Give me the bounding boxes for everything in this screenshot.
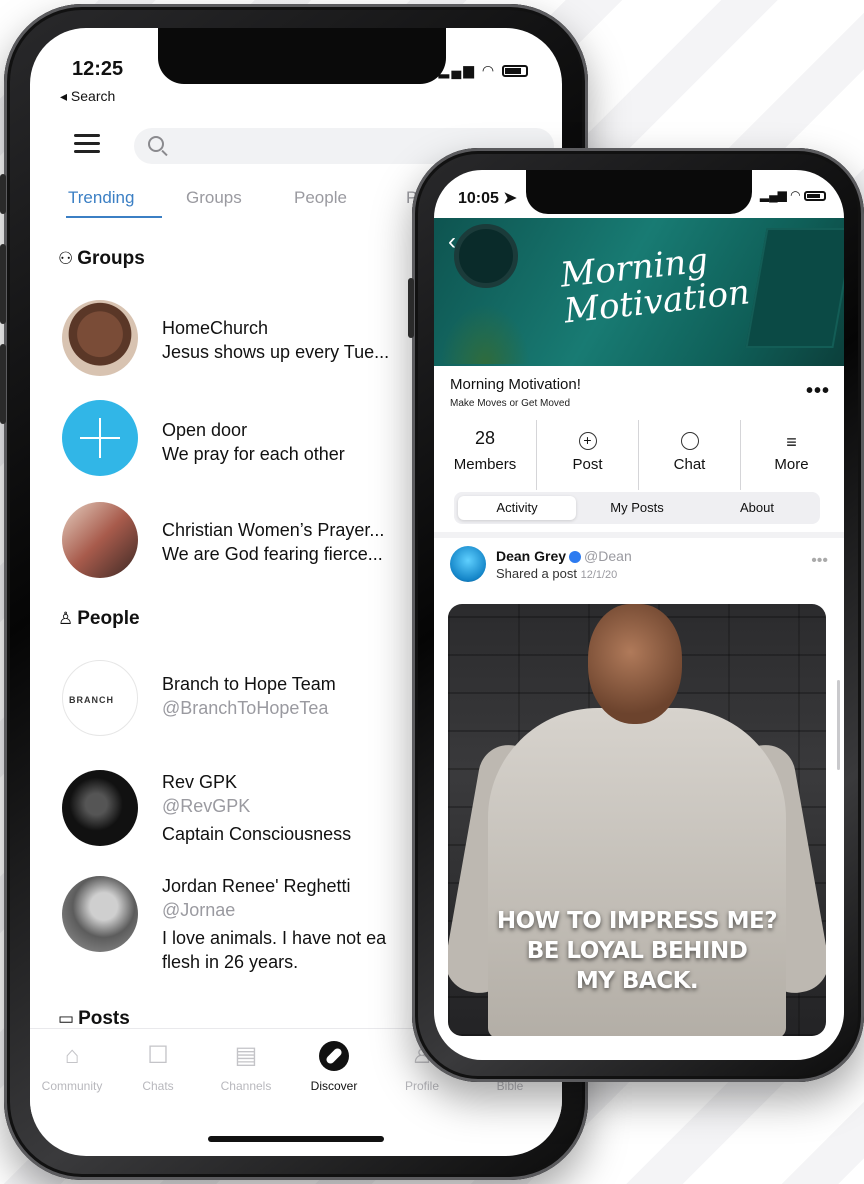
group-segmented-control: Activity My Posts About <box>454 492 820 524</box>
back-to-search-link[interactable]: ◂ Search <box>60 88 115 105</box>
chat-button[interactable]: Chat <box>638 420 740 490</box>
post-author[interactable]: Dean Grey @Dean <box>496 548 632 564</box>
battery-icon <box>502 65 528 78</box>
banner-title: Morning Motivation <box>558 240 752 332</box>
status-icons: ▂▄▆ ◠ <box>760 188 826 202</box>
scroll-indicator[interactable] <box>837 680 840 770</box>
person-avatar <box>62 876 138 952</box>
person-icon: ♙ <box>58 609 74 628</box>
person-bio: Captain Consciousness <box>162 824 352 844</box>
person-name: Branch to Hope Team <box>162 674 336 694</box>
members-label: Members <box>453 456 517 473</box>
wifi-icon: ◠ <box>790 188 801 202</box>
person-bio: I love animals. I have not ea <box>162 928 387 948</box>
group-screen: 10:05 ➤ ▂▄▆ ◠ ‹ Morning Motivation Morni… <box>434 170 844 1060</box>
tab-people[interactable]: People <box>294 188 347 208</box>
group-avatar <box>62 300 138 376</box>
group-title: Morning Motivation! <box>450 376 581 393</box>
tab-trending[interactable]: Trending <box>68 188 134 208</box>
volume-down-button <box>0 344 6 424</box>
channels-icon: ▤ <box>234 1042 258 1069</box>
group-avatar <box>62 502 138 578</box>
group-banner: ‹ Morning Motivation <box>434 218 844 366</box>
nav-community[interactable]: ⌂ Community <box>30 1037 114 1093</box>
segment-my-posts[interactable]: My Posts <box>578 496 696 520</box>
notch <box>158 28 446 84</box>
group-desc: We are God fearing fierce... <box>162 544 383 564</box>
post-meta: Shared a post 12/1/20 <box>496 566 618 581</box>
volume-up-button <box>0 244 6 324</box>
author-avatar[interactable] <box>450 546 486 582</box>
group-avatar <box>62 400 138 476</box>
author-handle: @Dean <box>584 548 632 564</box>
chat-bubble-icon <box>680 432 699 450</box>
gift-box-graphic <box>745 228 844 348</box>
person-name: Rev GPK <box>162 772 238 792</box>
members-stat[interactable]: 28 Members <box>434 420 536 490</box>
group-stats: 28 Members + Post Chat ≡ More <box>434 420 844 490</box>
mute-switch <box>0 174 6 214</box>
image-quote: HOW TO IMPRESS ME? BE LOYAL BEHIND MY BA… <box>496 908 778 994</box>
menu-icon[interactable] <box>74 134 100 154</box>
group-subtitle: Make Moves or Get Moved <box>450 398 571 409</box>
nav-channels[interactable]: ▤ Channels <box>204 1037 288 1093</box>
status-time: 12:25 <box>72 58 124 80</box>
volume-button <box>408 278 414 338</box>
person-name: Jordan Renee' Reghetti <box>162 876 351 896</box>
filter-lines-icon: ≡ <box>786 432 797 452</box>
back-chevron-icon[interactable]: ‹ <box>448 228 456 256</box>
verified-badge-icon <box>569 551 582 564</box>
nav-chats[interactable]: ☐ Chats <box>116 1037 200 1093</box>
group-name: Christian Women’s Prayer... <box>162 520 385 540</box>
more-button[interactable]: ≡ More <box>740 420 842 490</box>
person-avatar <box>62 770 138 846</box>
segment-about[interactable]: About <box>698 496 816 520</box>
groups-heading: ⚇ Groups <box>58 248 145 269</box>
groups-icon: ⚇ <box>58 249 74 268</box>
search-icon <box>148 136 164 152</box>
post-date: 12/1/20 <box>580 569 618 581</box>
home-indicator <box>208 1136 384 1142</box>
branch-logo-text: BRANCH <box>69 695 114 705</box>
person-handle: @Jornae <box>162 900 236 920</box>
tab-groups[interactable]: Groups <box>186 188 242 208</box>
wifi-icon: ◠ <box>481 62 497 78</box>
status-icons: ▂▄▆ ◠ <box>439 62 528 79</box>
group-name: HomeChurch <box>162 318 269 338</box>
person-handle: @RevGPK <box>162 796 251 816</box>
post-button[interactable]: + Post <box>536 420 638 490</box>
person-head-graphic <box>588 604 682 724</box>
person-handle: @BranchToHopeTea <box>162 698 329 718</box>
person-bio-continued: flesh in 26 years. <box>162 952 299 972</box>
home-icon: ⌂ <box>64 1042 80 1069</box>
notch <box>526 170 752 214</box>
person-avatar: BRANCH <box>62 660 138 736</box>
nav-discover[interactable]: Discover <box>292 1037 376 1093</box>
mug-graphic <box>454 224 518 288</box>
compass-icon <box>319 1041 349 1071</box>
group-desc: We pray for each other <box>162 444 345 464</box>
segment-activity[interactable]: Activity <box>458 496 576 520</box>
posts-icon: ▭ <box>58 1009 75 1028</box>
post-label: Post <box>572 456 603 473</box>
people-heading: ♙ People <box>58 608 140 629</box>
active-tab-underline <box>66 216 162 218</box>
group-desc: Jesus shows up every Tue... <box>162 342 390 362</box>
plant-graphic <box>440 304 530 364</box>
section-divider <box>434 532 844 538</box>
chat-icon: ☐ <box>147 1042 169 1069</box>
more-options-icon[interactable]: ••• <box>806 380 830 403</box>
plus-circle-icon: + <box>578 432 597 450</box>
chat-label: Chat <box>673 456 706 473</box>
signal-icon: ▂▄▆ <box>759 188 787 202</box>
phone-group: 10:05 ➤ ▂▄▆ ◠ ‹ Morning Motivation Morni… <box>408 148 864 1082</box>
post-options-icon[interactable]: ••• <box>811 552 828 570</box>
battery-icon <box>804 190 826 201</box>
status-time: 10:05 ➤ <box>458 190 517 207</box>
posts-heading: ▭ Posts <box>58 1008 130 1029</box>
group-name: Open door <box>162 420 248 440</box>
member-count: 28 <box>474 428 496 448</box>
post-image[interactable]: HOW TO IMPRESS ME? BE LOYAL BEHIND MY BA… <box>448 604 826 1036</box>
more-label: More <box>774 456 809 473</box>
